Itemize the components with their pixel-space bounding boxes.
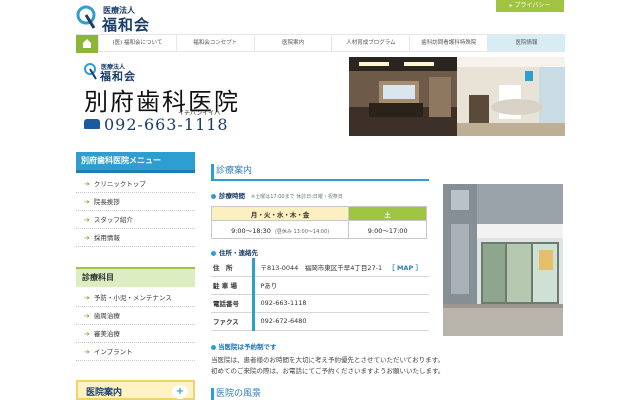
bullet-icon bbox=[211, 250, 216, 256]
description-line: 初めてのご来院の際は、お電話にてご予約くださいますようお願いいたします。 bbox=[211, 367, 445, 375]
reservation-notice: 当医院は予約制です bbox=[211, 341, 277, 351]
site-logo[interactable]: 医療法人 福和会 bbox=[76, 4, 186, 34]
address-value: 〒813-0044 福岡市東区千早4丁目27-1 bbox=[260, 263, 383, 272]
phone-icon bbox=[84, 119, 100, 129]
arrow-right-icon: ➔ bbox=[84, 180, 90, 188]
weekday-hours: 9:00～18:30 bbox=[231, 226, 271, 235]
arrow-right-icon: ➔ bbox=[84, 330, 90, 338]
parking-key: 駐 車 場 bbox=[211, 276, 255, 295]
arrow-right-icon: ➔ bbox=[84, 216, 90, 224]
home-icon bbox=[83, 39, 91, 48]
weekday-header: 月・火・水・木・金 bbox=[210, 206, 350, 221]
sidebar-item-label: 予防・小児・メンテナンス bbox=[93, 294, 172, 302]
map-link[interactable]: ［ MAP ］ bbox=[388, 264, 422, 272]
sidebar-item-label: クリニックトップ bbox=[93, 180, 146, 188]
nav-item-about[interactable]: (医) 福和会について bbox=[98, 35, 176, 51]
sidebar-item-label: 採用情報 bbox=[93, 234, 120, 242]
sidebar-dept-list: ➔ 予防・小児・メンテナンス ➔ 歯周治療 ➔ 審美治療 ➔ インプラント bbox=[76, 289, 195, 361]
nav-item-clinic-info[interactable]: 医院情報 bbox=[487, 35, 565, 51]
nav-item-training[interactable]: 人材育成プログラム bbox=[331, 35, 409, 51]
arrow-right-icon: ➔ bbox=[84, 234, 90, 242]
table-row: 駐 車 場 Pあり bbox=[211, 276, 429, 295]
table-row: 住 所 〒813-0044 福岡市東区千早4丁目27-1 ［ MAP ］ bbox=[211, 258, 429, 277]
phone-value: 092-663-1118 bbox=[253, 294, 429, 313]
nav-item-visiting-care[interactable]: 歯科訪問看護科特殊院 bbox=[409, 35, 487, 51]
banner-label: 医院案内 bbox=[86, 388, 123, 398]
page-title: 診療案内 bbox=[211, 164, 429, 181]
reservation-text: 当医院は予約制です bbox=[218, 343, 277, 351]
sidebar-item-label: 院長挨拶 bbox=[93, 198, 120, 206]
contact-table: 住 所 〒813-0044 福岡市東区千早4丁目27-1 ［ MAP ］ 駐 車 … bbox=[211, 258, 429, 331]
arrow-right-icon: ➔ bbox=[84, 312, 90, 320]
fax-value: 092-672-6480 bbox=[253, 312, 429, 331]
logo-title: 福和会 bbox=[102, 16, 151, 34]
hours-heading: 診療時間 ※土曜は17:00まで 休診日:日曜・祝祭日 bbox=[211, 190, 343, 200]
sidebar-item-prevention[interactable]: ➔ 予防・小児・メンテナンス bbox=[76, 289, 195, 307]
saturday-header: 土 bbox=[348, 206, 427, 221]
sidebar-item-label: 審美治療 bbox=[93, 330, 120, 338]
sidebar-dept-title: 診療科目 bbox=[76, 267, 195, 287]
contact-heading: 住所・連絡先 bbox=[211, 247, 258, 257]
hours-note: ※土曜は17:00まで 休診日:日曜・祝祭日 bbox=[251, 194, 343, 200]
clinic-interior-photo bbox=[349, 57, 565, 136]
parking-value: Pあり bbox=[253, 276, 429, 295]
sidebar-item-label: インプラント bbox=[93, 348, 133, 356]
weekday-hours-cell: 9:00～18:30 (昼休み 13:00～14:00) bbox=[210, 220, 350, 239]
privacy-link[interactable]: ▸ プライバシー bbox=[496, 0, 564, 12]
reservation-description: 当医院は、患者様のお時間を大切に考え予約優先とさせていただいております。 初めて… bbox=[211, 355, 451, 377]
clinic-guide-banner[interactable]: 医院案内 + bbox=[76, 380, 195, 400]
phone-block: 092-663-1118 bbox=[84, 114, 229, 134]
sidebar-item-periodontal[interactable]: ➔ 歯周治療 bbox=[76, 307, 195, 325]
phone-number: 092-663-1118 bbox=[104, 114, 229, 134]
fax-key: ファクス bbox=[211, 312, 255, 331]
table-row: 電話番号 092-663-1118 bbox=[211, 294, 429, 313]
bullet-icon bbox=[211, 193, 216, 199]
sidebar-item-recruit[interactable]: ➔ 採用情報 bbox=[76, 229, 195, 247]
sidebar-menu-title: 別府歯科医院メニュー bbox=[76, 152, 195, 173]
sidebar-item-cosmetic[interactable]: ➔ 審美治療 bbox=[76, 325, 195, 343]
sidebar-item-label: スタッフ紹介 bbox=[93, 216, 133, 224]
nav-item-clinics[interactable]: 医院案内 bbox=[253, 35, 332, 51]
arrow-right-icon: ➔ bbox=[84, 294, 90, 302]
bullet-icon bbox=[211, 344, 216, 350]
home-button[interactable] bbox=[76, 35, 98, 53]
contact-heading-label: 住所・連絡先 bbox=[219, 249, 258, 257]
saturday-hours: 9:00～17:00 bbox=[348, 220, 427, 239]
plus-icon: + bbox=[172, 385, 188, 399]
clinic-scenery-title: 医院の風景 bbox=[211, 388, 563, 400]
arrow-right-icon: ➔ bbox=[84, 348, 90, 356]
phone-key: 電話番号 bbox=[211, 294, 255, 313]
nav-item-concept[interactable]: 福和会コンセプト bbox=[175, 35, 254, 51]
hours-table: 月・火・水・木・金 土 9:00～18:30 (昼休み 13:00～14:00) … bbox=[210, 206, 427, 239]
arrow-right-icon: ➔ bbox=[84, 198, 90, 206]
sidebar-item-label: 歯周治療 bbox=[93, 312, 120, 320]
sidebar-item-clinic-top[interactable]: ➔ クリニックトップ bbox=[76, 175, 195, 193]
lunch-break: (昼休み 13:00～14:00) bbox=[274, 228, 330, 235]
sidebar-item-director-greeting[interactable]: ➔ 院長挨拶 bbox=[76, 193, 195, 211]
address-key: 住 所 bbox=[211, 258, 255, 277]
clinic-logo-icon bbox=[84, 63, 97, 80]
sidebar-item-staff[interactable]: ➔ スタッフ紹介 bbox=[76, 211, 195, 229]
global-nav: (医) 福和会について 福和会コンセプト 医院案内 人材育成プログラム 歯科訪問… bbox=[76, 34, 565, 53]
hours-heading-label: 診療時間 bbox=[219, 192, 245, 200]
fukuwakai-logo-icon bbox=[76, 5, 96, 29]
sidebar-item-implant[interactable]: ➔ インプラント bbox=[76, 343, 195, 361]
address-value-cell: 〒813-0044 福岡市東区千早4丁目27-1 ［ MAP ］ bbox=[253, 258, 429, 277]
clinic-building-photo bbox=[443, 184, 563, 336]
table-row: ファクス 092-672-6480 bbox=[211, 312, 429, 331]
sidebar-menu-list: ➔ クリニックトップ ➔ 院長挨拶 ➔ スタッフ紹介 ➔ 採用情報 bbox=[76, 175, 195, 247]
description-line: 当医院は、患者様のお時間を大切に考え予約優先とさせていただいております。 bbox=[211, 356, 444, 364]
